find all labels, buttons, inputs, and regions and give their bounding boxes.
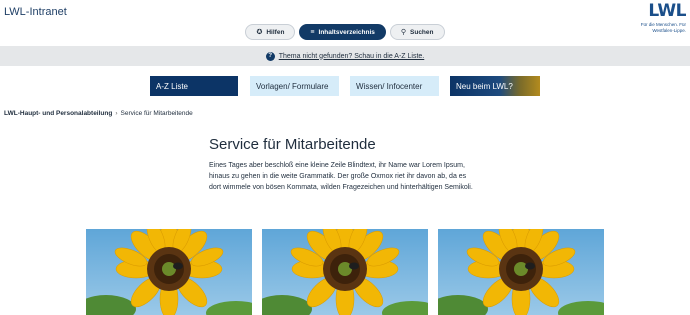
list-icon: ≡ <box>310 28 315 36</box>
index-button-label: Inhaltsverzeichnis <box>318 28 375 36</box>
breadcrumb: LWL-Haupt- und Personalabteilung › Servi… <box>4 110 193 117</box>
notice-bar: ? Thema nicht gefunden? Schau in die A-Z… <box>0 46 690 66</box>
breadcrumb-current: Service für Mitarbeitende <box>120 110 193 117</box>
teaser-image[interactable] <box>438 229 604 315</box>
help-button-label: Hilfen <box>266 28 285 36</box>
sunflower-image <box>262 229 428 315</box>
index-button[interactable]: ≡ Inhaltsverzeichnis <box>299 24 386 40</box>
notice-link[interactable]: Thema nicht gefunden? Schau in die A-Z L… <box>279 53 425 60</box>
breadcrumb-link[interactable]: LWL-Haupt- und Personalabteilung <box>4 110 112 117</box>
tab-neu-beim-lwl[interactable]: Neu beim LWL? <box>450 76 540 96</box>
search-icon: ⚲ <box>400 28 407 36</box>
search-button-label: Suchen <box>410 28 434 36</box>
top-button-group: ✪ Hilfen ≡ Inhaltsverzeichnis ⚲ Suchen <box>0 24 690 40</box>
site-header: LWL-Intranet LWL Für die Menschen. Für W… <box>0 0 690 46</box>
intro-text: Eines Tages aber beschloß eine kleine Ze… <box>209 162 473 191</box>
page-title: Service für Mitarbeitende <box>209 136 376 153</box>
question-icon: ? <box>265 51 275 61</box>
logo-mark: LWL <box>648 1 686 21</box>
info-icon: ✪ <box>256 28 263 36</box>
tab-vorlagen-formulare[interactable]: Vorlagen/ Formulare <box>250 76 339 96</box>
search-button[interactable]: ⚲ Suchen <box>389 24 445 40</box>
tab-wissen-infocenter[interactable]: Wissen/ Infocenter <box>350 76 439 96</box>
site-title[interactable]: LWL-Intranet <box>4 6 67 18</box>
help-button[interactable]: ✪ Hilfen <box>245 24 296 40</box>
teaser-image[interactable] <box>262 229 428 315</box>
tab-az-liste[interactable]: A-Z Liste <box>150 76 238 96</box>
breadcrumb-separator: › <box>115 110 118 117</box>
teaser-image[interactable] <box>86 229 252 315</box>
sunflower-image <box>438 229 604 315</box>
sunflower-image <box>86 229 252 315</box>
